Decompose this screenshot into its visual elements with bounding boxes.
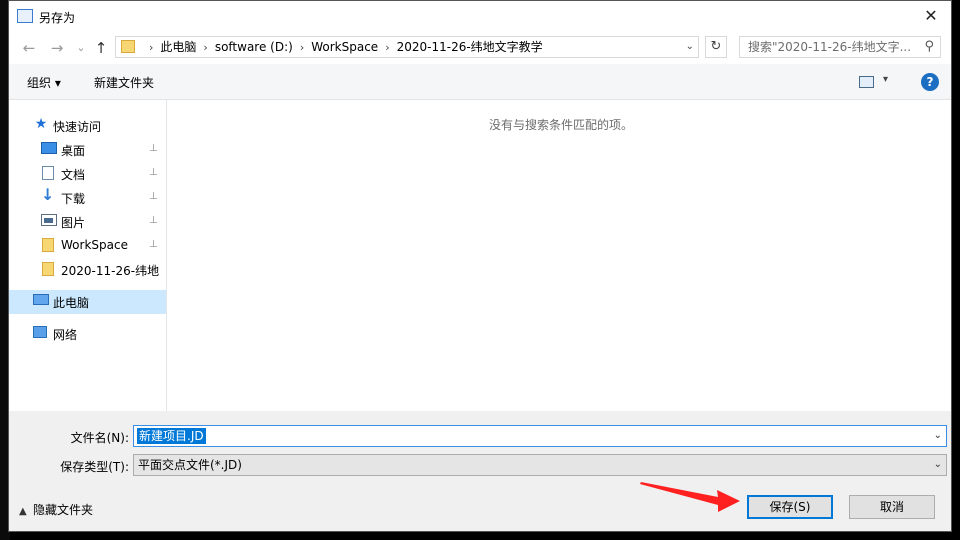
file-list[interactable]: 没有与搜索条件匹配的项。 [167, 100, 951, 411]
pin-icon[interactable]: ⊥ [149, 191, 158, 202]
breadcrumb-current-folder[interactable]: 2020-11-26-纬地文字教学 [397, 37, 543, 57]
empty-state-message: 没有与搜索条件匹配的项。 [489, 118, 634, 132]
help-icon[interactable]: ? [921, 73, 939, 91]
network-icon [33, 326, 47, 338]
navigation-pane: ★ 快速访问 桌面 ⊥ 文档 ⊥ ↓ 下载 ⊥ 图片 ⊥ WorkSpace ⊥ [9, 100, 166, 411]
folder-icon [42, 238, 54, 252]
back-arrow-icon[interactable]: ← [19, 38, 39, 58]
filetype-value: 平面交点文件(*.JD) [138, 458, 242, 472]
document-icon [42, 166, 54, 180]
computer-icon [33, 294, 49, 305]
sidebar-item-label: 下载 [61, 192, 86, 206]
sidebar-item-label: 网络 [53, 328, 78, 342]
sidebar-item-label: 图片 [61, 216, 86, 230]
chevron-down-icon: ▾ [883, 74, 889, 85]
chevron-up-icon: ▲ [19, 506, 27, 517]
pin-icon[interactable]: ⊥ [149, 167, 158, 178]
recent-locations-icon[interactable]: ⌄ [71, 38, 91, 58]
filename-value[interactable]: 新建项目.JD [137, 428, 206, 444]
command-bar: 组织 ▾ 新建文件夹 ▾ ? [9, 64, 951, 100]
chevron-down-icon[interactable]: ⌄ [934, 426, 942, 446]
search-input[interactable]: 搜索"2020-11-26-纬地文字... ⚲ [739, 36, 941, 58]
pin-icon[interactable]: ⊥ [149, 239, 158, 250]
sidebar-item-label: 此电脑 [53, 296, 90, 310]
breadcrumb-workspace[interactable]: WorkSpace [311, 37, 378, 57]
pin-icon[interactable]: ⊥ [149, 263, 158, 274]
view-icon [859, 76, 874, 88]
sidebar-item-label: 快速访问 [53, 120, 102, 134]
filename-label: 文件名(N): [70, 431, 129, 445]
window-title: 另存为 [39, 11, 76, 25]
filetype-label: 保存类型(T): [60, 460, 129, 474]
sidebar-item-this-pc[interactable]: 此电脑 [9, 290, 166, 314]
sidebar-item-current-folder[interactable]: 2020-11-26-纬地 ⊥ [9, 258, 166, 282]
hide-folders-label: 隐藏文件夹 [33, 503, 94, 517]
sidebar-item-desktop[interactable]: 桌面 ⊥ [9, 138, 166, 162]
breadcrumb-chevron-icon[interactable]: › [385, 38, 389, 58]
chevron-down-icon[interactable]: ⌄ [686, 37, 694, 57]
organize-button[interactable]: 组织 ▾ [27, 74, 61, 91]
window-icon [17, 9, 33, 23]
save-options-panel: 文件名(N): 新建项目.JD ⌄ 保存类型(T): 平面交点文件(*.JD) … [9, 411, 951, 531]
sidebar-item-label: 文档 [61, 168, 86, 182]
download-icon: ↓ [41, 185, 55, 204]
hide-folders-toggle[interactable]: ▲ 隐藏文件夹 [19, 501, 93, 518]
sidebar-item-downloads[interactable]: ↓ 下载 ⊥ [9, 186, 166, 210]
title-bar: 另存为 ✕ [9, 1, 951, 32]
new-folder-button[interactable]: 新建文件夹 [94, 74, 154, 91]
breadcrumb-this-pc[interactable]: 此电脑 [160, 37, 196, 57]
breadcrumb-drive[interactable]: software (D:) [215, 37, 293, 57]
forward-arrow-icon[interactable]: → [47, 38, 67, 58]
navigation-bar: ← → ⌄ ↑ › 此电脑 › software (D:) › WorkSpace › 202… [9, 32, 951, 64]
folder-icon [42, 262, 54, 276]
search-icon[interactable]: ⚲ [924, 37, 934, 57]
sidebar-item-workspace[interactable]: WorkSpace ⊥ [9, 234, 166, 258]
sidebar-item-documents[interactable]: 文档 ⊥ [9, 162, 166, 186]
up-arrow-icon[interactable]: ↑ [91, 38, 111, 58]
breadcrumb-chevron-icon[interactable]: › [300, 38, 304, 58]
breadcrumb-chevron-icon[interactable]: › [149, 38, 153, 58]
filename-field[interactable]: 新建项目.JD ⌄ [133, 425, 947, 447]
sidebar-item-label: 2020-11-26-纬地 [61, 264, 160, 278]
sidebar-item-pictures[interactable]: 图片 ⊥ [9, 210, 166, 234]
view-options-button[interactable]: ▾ [859, 74, 897, 90]
search-placeholder: 搜索"2020-11-26-纬地文字... [748, 40, 912, 54]
pin-icon[interactable]: ⊥ [149, 143, 158, 154]
sidebar-item-network[interactable]: 网络 [9, 322, 166, 346]
address-bar[interactable]: › 此电脑 › software (D:) › WorkSpace › 2020-11-26-… [115, 36, 699, 58]
folder-icon [121, 40, 135, 53]
cancel-button[interactable]: 取消 [849, 495, 935, 519]
filetype-select[interactable]: 平面交点文件(*.JD) ⌄ [133, 454, 947, 476]
save-button[interactable]: 保存(S) [747, 495, 833, 519]
save-as-dialog: 另存为 ✕ ← → ⌄ ↑ › 此电脑 › software (D:) › WorkSpa… [8, 0, 952, 532]
sidebar-item-quick-access[interactable]: ★ 快速访问 [9, 114, 166, 138]
breadcrumb-chevron-icon[interactable]: › [203, 38, 207, 58]
breadcrumb: › 此电脑 › software (D:) › WorkSpace › 2020-11-26-… [142, 37, 543, 57]
sidebar-item-label: WorkSpace [61, 238, 128, 252]
pin-icon[interactable]: ⊥ [149, 215, 158, 226]
refresh-icon[interactable]: ↻ [705, 36, 727, 58]
pictures-icon [41, 214, 57, 226]
close-icon[interactable]: ✕ [911, 1, 951, 32]
chevron-down-icon[interactable]: ⌄ [934, 455, 942, 475]
sidebar-item-label: 桌面 [61, 144, 86, 158]
desktop-icon [41, 142, 57, 154]
star-icon: ★ [34, 116, 48, 132]
